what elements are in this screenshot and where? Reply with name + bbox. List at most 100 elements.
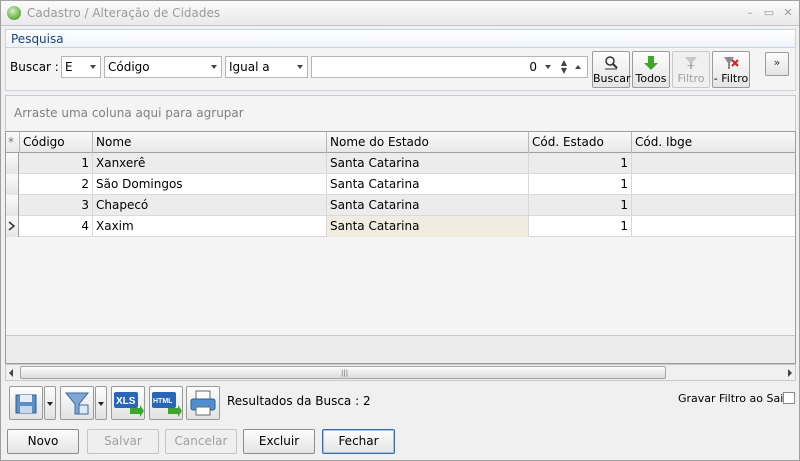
filter-funnel-icon: [64, 392, 90, 415]
field-value: Código: [108, 60, 150, 74]
xls-label: XLS: [116, 396, 136, 407]
cell-codigo[interactable]: 3: [20, 195, 93, 216]
field-select[interactable]: Código: [104, 56, 222, 78]
chevron-down-icon: [90, 65, 96, 69]
scroll-thumb[interactable]: |||: [20, 366, 666, 379]
header-nome-estado[interactable]: Nome do Estado: [327, 132, 529, 153]
grid-footer: [6, 335, 795, 363]
cell-codigo[interactable]: 2: [20, 174, 93, 195]
results-count: Resultados da Busca : 2: [227, 394, 371, 408]
remove-filter-label: - Filtro: [713, 72, 749, 85]
search-panel-title: Pesquisa: [11, 32, 64, 46]
cell-estado[interactable]: Santa Catarina: [327, 174, 529, 195]
cell-cod-estado[interactable]: 1: [529, 195, 632, 216]
search-label: Buscar :: [10, 60, 59, 74]
xls-export-icon: XLS: [114, 392, 144, 417]
remove-filter-button[interactable]: - Filtro: [712, 51, 750, 88]
chevron-up-icon[interactable]: [575, 65, 581, 69]
arrow-down-icon: [644, 56, 658, 70]
cell-nome[interactable]: Xaxim: [93, 216, 327, 237]
table-row-selected[interactable]: 4 Xaxim Santa Catarina 1: [6, 216, 795, 237]
horizontal-scrollbar[interactable]: |||: [5, 364, 796, 381]
header-cod-ibge[interactable]: Cód. Ibge: [632, 132, 795, 153]
buscar-button[interactable]: Buscar: [592, 51, 631, 88]
title-bar: Cadastro / Alteração de Cidades – ▭ ✕: [1, 1, 799, 26]
fechar-button[interactable]: Fechar: [322, 429, 395, 454]
html-export-icon: HTML: [152, 392, 182, 417]
close-button[interactable]: ✕: [780, 6, 796, 20]
save-filter-checkbox[interactable]: [783, 392, 795, 404]
salvar-button[interactable]: Salvar: [87, 429, 159, 454]
export-html-button[interactable]: HTML: [149, 386, 183, 420]
search-panel-header[interactable]: Pesquisa: [5, 29, 796, 48]
cell-nome[interactable]: Xanxerê: [93, 153, 327, 174]
export-xls-button[interactable]: XLS: [111, 386, 145, 420]
chevron-down-icon[interactable]: [545, 65, 551, 69]
chevron-down-icon: [211, 65, 217, 69]
chevron-down-icon: [297, 65, 303, 69]
cell-ibge[interactable]: [632, 216, 795, 237]
save-layout-button[interactable]: [9, 386, 43, 420]
cities-grid: * Código Nome Nome do Estado Cód. Estado…: [5, 131, 796, 364]
add-filter-label: + Filtro: [677, 59, 705, 85]
row-indicator[interactable]: [6, 195, 19, 216]
cell-nome[interactable]: São Domingos: [93, 174, 327, 195]
row-indicator[interactable]: [6, 153, 19, 174]
cell-codigo[interactable]: 4: [20, 216, 93, 237]
grid-header: * Código Nome Nome do Estado Cód. Estado…: [6, 132, 795, 153]
search-value-input[interactable]: 0 ▲ ▼: [311, 56, 588, 78]
scroll-right-icon[interactable]: [788, 369, 792, 377]
row-indicator[interactable]: [6, 174, 19, 195]
cell-cod-estado[interactable]: 1: [529, 174, 632, 195]
header-nome[interactable]: Nome: [93, 132, 327, 153]
save-layout-dropdown[interactable]: [44, 386, 56, 420]
operator-value: Igual a: [229, 60, 270, 74]
logic-operator-select[interactable]: E: [61, 56, 101, 78]
group-by-panel[interactable]: Arraste uma coluna aqui para agrupar: [5, 95, 796, 131]
cell-cod-estado[interactable]: 1: [529, 153, 632, 174]
novo-button[interactable]: Novo: [7, 429, 79, 454]
html-label: HTML: [153, 398, 173, 405]
search-icon: [605, 56, 618, 70]
buscar-label: Buscar: [593, 72, 631, 85]
chevron-down-icon: [47, 402, 53, 406]
filter-layout-button[interactable]: [60, 386, 94, 420]
header-cod-estado[interactable]: Cód. Estado: [529, 132, 632, 153]
cell-nome[interactable]: Chapecó: [93, 195, 327, 216]
operator-select[interactable]: Igual a: [225, 56, 308, 78]
header-corner[interactable]: *: [6, 132, 20, 153]
collapse-panel-button[interactable]: »: [765, 52, 789, 76]
cell-ibge[interactable]: [632, 195, 795, 216]
current-row-arrow-icon: [8, 221, 16, 231]
scroll-left-icon[interactable]: [9, 369, 13, 377]
print-button[interactable]: [186, 386, 220, 420]
table-row[interactable]: 3 Chapecó Santa Catarina 1: [6, 195, 795, 216]
cell-cod-estado[interactable]: 1: [529, 216, 632, 237]
chevron-down-icon: [98, 402, 104, 406]
minimize-button[interactable]: –: [742, 6, 758, 20]
cell-ibge[interactable]: [632, 153, 795, 174]
cancelar-button[interactable]: Cancelar: [165, 429, 237, 454]
cell-estado-focused[interactable]: Santa Catarina: [327, 216, 529, 237]
logic-operator-value: E: [65, 60, 73, 74]
header-codigo[interactable]: Código: [20, 132, 93, 153]
todos-button[interactable]: Todos: [632, 51, 670, 88]
table-row[interactable]: 2 São Domingos Santa Catarina 1: [6, 174, 795, 195]
cell-codigo[interactable]: 1: [20, 153, 93, 174]
add-filter-button[interactable]: + Filtro: [672, 51, 710, 88]
cell-ibge[interactable]: [632, 174, 795, 195]
row-indicator-current[interactable]: [6, 216, 19, 237]
window-title: Cadastro / Alteração de Cidades: [27, 6, 221, 20]
filter-layout-dropdown[interactable]: [95, 386, 107, 420]
cell-estado[interactable]: Santa Catarina: [327, 195, 529, 216]
save-filter-label: Gravar Filtro ao Sair: [678, 392, 788, 405]
spin-arrows-icon[interactable]: ▲ ▼: [561, 59, 567, 75]
remove-filter-icon: [724, 57, 739, 69]
maximize-button[interactable]: ▭: [761, 6, 777, 20]
printer-icon: [190, 390, 216, 416]
table-row[interactable]: 1 Xanxerê Santa Catarina 1: [6, 153, 795, 174]
excluir-button[interactable]: Excluir: [243, 429, 315, 454]
search-value: 0: [529, 60, 537, 74]
cell-estado[interactable]: Santa Catarina: [327, 153, 529, 174]
app-icon: [7, 6, 21, 20]
